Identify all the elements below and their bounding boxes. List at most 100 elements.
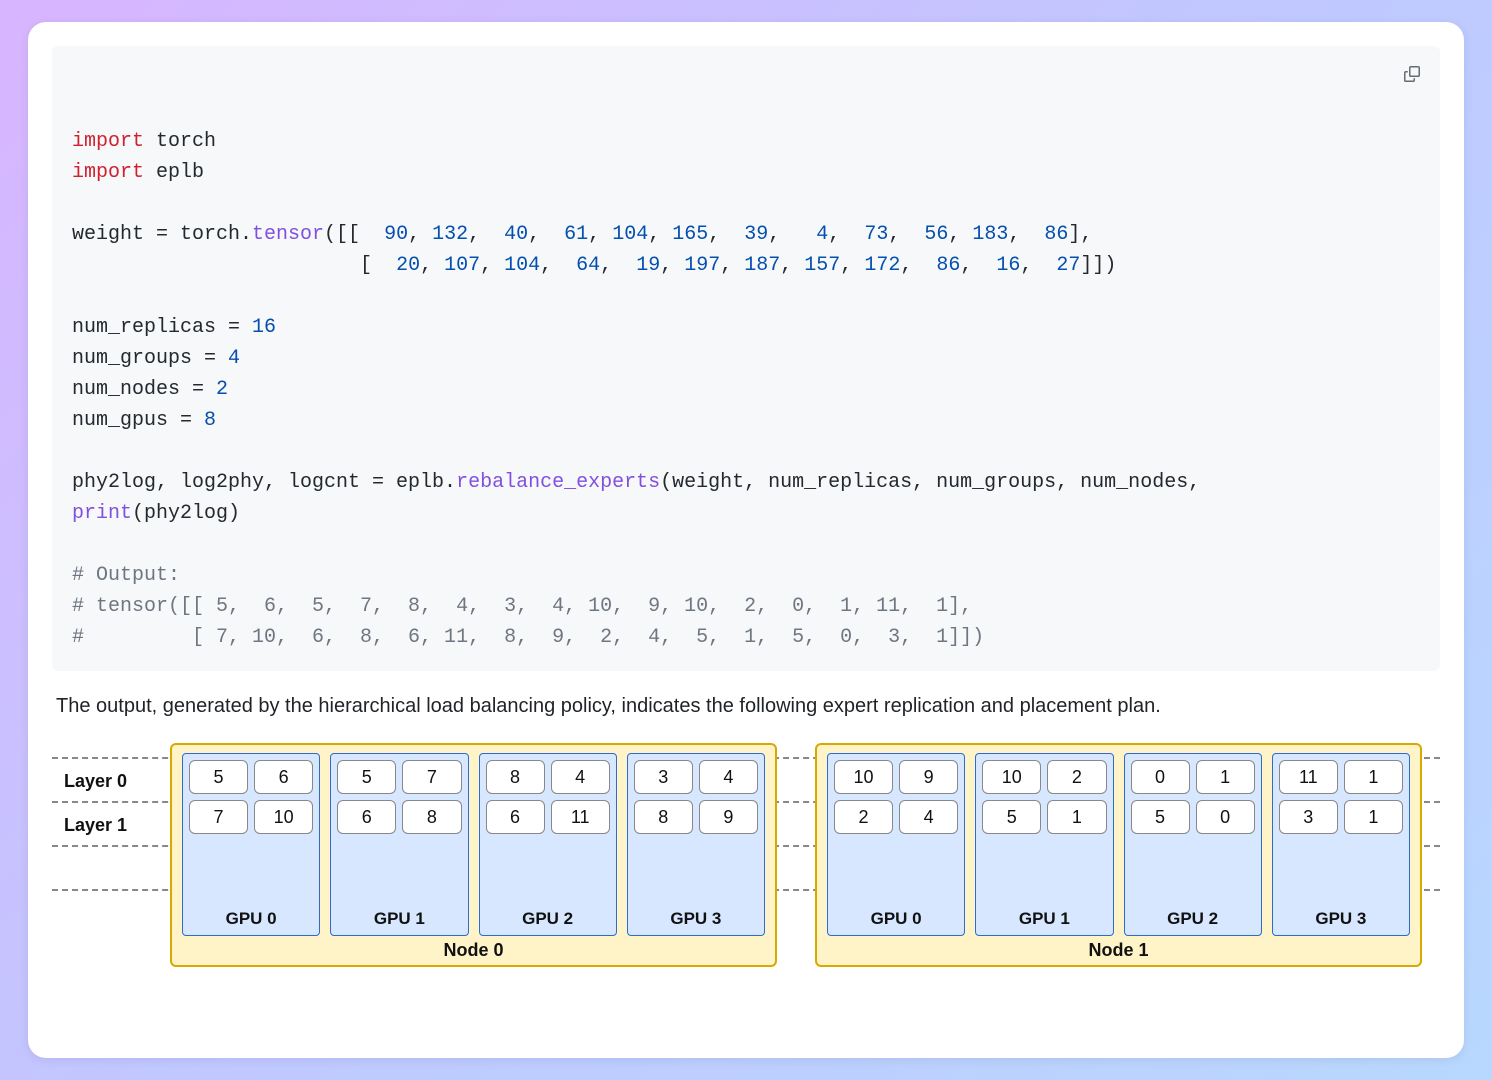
num: 165 <box>672 223 708 246</box>
gpu-label: GPU 3 <box>634 907 758 933</box>
num: 8 <box>204 409 216 432</box>
num: 172 <box>864 254 900 277</box>
expert-chip: 8 <box>402 800 461 834</box>
comment: # Output: <box>72 564 180 587</box>
gpu: 109 24 GPU 0 <box>827 753 965 936</box>
expert-chip: 7 <box>189 800 248 834</box>
code-text: num_nodes = <box>72 378 216 401</box>
num: 4 <box>228 347 240 370</box>
gpu: 11131GPU 3 <box>1272 753 1410 936</box>
code-text: (weight, num_replicas, num_groups, num_n… <box>660 471 1212 494</box>
num: 4 <box>792 223 828 246</box>
expert-chip: 4 <box>899 800 958 834</box>
expert-chip: 6 <box>254 760 313 794</box>
expert-chip: 8 <box>486 760 545 794</box>
code-text: [ <box>72 254 384 277</box>
code-block: import torch import eplb weight = torch.… <box>52 46 1440 671</box>
num: 132 <box>432 223 468 246</box>
expert-chip: 1 <box>1344 800 1403 834</box>
expert-chip: 9 <box>699 800 758 834</box>
layer-row: 24 <box>834 800 958 834</box>
expert-chip: 3 <box>634 760 693 794</box>
layer-row: 611 <box>486 800 610 834</box>
num: 40 <box>492 223 528 246</box>
gpu-label: GPU 2 <box>1131 907 1255 933</box>
gpu: 3489GPU 3 <box>627 753 765 936</box>
code-text: num_replicas = <box>72 316 252 339</box>
num: 20 <box>384 254 420 277</box>
gpu-label: GPU 2 <box>486 907 610 933</box>
fn-rebalance: rebalance_experts <box>456 471 660 494</box>
layer-row: 109 <box>834 760 958 794</box>
expert-chip: 3 <box>1279 800 1338 834</box>
code-text: phy2log, log2phy, logcnt = eplb. <box>72 471 456 494</box>
layer0-label: Layer 0 <box>64 771 127 792</box>
num: 39 <box>732 223 768 246</box>
weight-row0: 90, 132, 40, 61, 104, 165, 39, 4, 73, 56… <box>372 223 1068 246</box>
num: 61 <box>552 223 588 246</box>
code-text: weight = torch. <box>72 223 252 246</box>
layer-row: 56 <box>189 760 313 794</box>
gpu-label: GPU 1 <box>337 907 461 933</box>
node-label: Node 0 <box>182 936 765 961</box>
expert-chip: 7 <box>402 760 461 794</box>
num: 187 <box>744 254 780 277</box>
num: 19 <box>624 254 660 277</box>
layer-row: 51 <box>982 800 1106 834</box>
expert-chip: 5 <box>982 800 1041 834</box>
num: 2 <box>216 378 228 401</box>
fn-tensor: tensor <box>252 223 324 246</box>
weight-row1: 20, 107, 104, 64, 19, 197, 187, 157, 172… <box>384 254 1080 277</box>
num: 183 <box>972 223 1008 246</box>
num: 56 <box>912 223 948 246</box>
expert-chip: 8 <box>634 800 693 834</box>
layer-row: 84 <box>486 760 610 794</box>
placement-diagram: Layer 0 Layer 1 56710GPU 05768GPU 184611… <box>52 743 1440 967</box>
expert-chip: 2 <box>1047 760 1106 794</box>
gpu: 01 50 GPU 2 <box>1124 753 1262 936</box>
code-text: ]]) <box>1080 254 1116 277</box>
num: 86 <box>924 254 960 277</box>
fn-print: print <box>72 502 132 525</box>
num: 73 <box>852 223 888 246</box>
gpu-label: GPU 0 <box>189 907 313 933</box>
expert-chip: 6 <box>486 800 545 834</box>
layer-row: 01 <box>1131 760 1255 794</box>
num: 107 <box>444 254 480 277</box>
num: 104 <box>612 223 648 246</box>
gpu: 84 611 GPU 2 <box>479 753 617 936</box>
layer-row: 111 <box>1279 760 1403 794</box>
layer-row: 57 <box>337 760 461 794</box>
expert-chip: 6 <box>337 800 396 834</box>
gpu-label: GPU 1 <box>982 907 1106 933</box>
gpu-label: GPU 0 <box>834 907 958 933</box>
nodes-wrap: 56710GPU 05768GPU 184611GPU 23489GPU 3No… <box>170 743 1422 967</box>
expert-chip: 10 <box>982 760 1041 794</box>
num: 16 <box>252 316 276 339</box>
node: 56710GPU 05768GPU 184611GPU 23489GPU 3No… <box>170 743 777 967</box>
code-text: num_gpus = <box>72 409 204 432</box>
layer-row: 710 <box>189 800 313 834</box>
layer-row: 50 <box>1131 800 1255 834</box>
gpu: 56710GPU 0 <box>182 753 320 936</box>
output-description: The output, generated by the hierarchica… <box>56 691 1436 721</box>
expert-chip: 1 <box>1047 800 1106 834</box>
layer-row: 102 <box>982 760 1106 794</box>
code-text: ], <box>1068 223 1092 246</box>
expert-chip: 5 <box>189 760 248 794</box>
expert-chip: 0 <box>1196 800 1255 834</box>
node: 10924GPU 010251GPU 10150GPU 211131GPU 3N… <box>815 743 1422 967</box>
comment: # [ 7, 10, 6, 8, 6, 11, 8, 9, 2, 4, 5, 1… <box>72 626 984 649</box>
layer-row: 68 <box>337 800 461 834</box>
gpu: 10251GPU 1 <box>975 753 1113 936</box>
code-text: ([[ <box>324 223 372 246</box>
expert-chip: 5 <box>1131 800 1190 834</box>
expert-chip: 4 <box>699 760 758 794</box>
num: 157 <box>804 254 840 277</box>
layer1-label: Layer 1 <box>64 815 127 836</box>
copy-button[interactable] <box>1398 60 1426 88</box>
layer-row: 34 <box>634 760 758 794</box>
num: 104 <box>504 254 540 277</box>
gpus-row: 10924GPU 010251GPU 10150GPU 211131GPU 3 <box>827 753 1410 936</box>
expert-chip: 10 <box>254 800 313 834</box>
